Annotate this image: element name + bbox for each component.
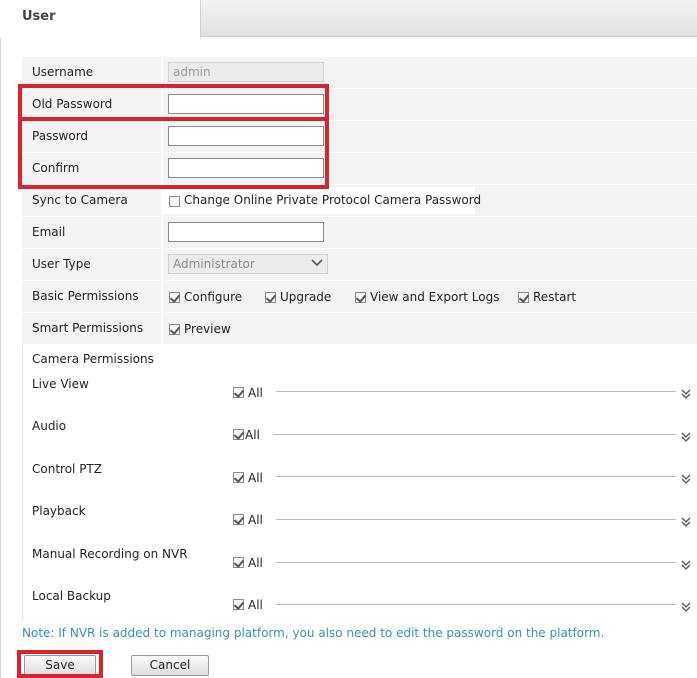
user-type-label: User Type	[32, 257, 91, 271]
live-view-divider	[276, 391, 676, 392]
preview-label: Preview	[184, 322, 231, 336]
audio-all-label: All	[245, 428, 260, 442]
double-chevron-down-icon[interactable]	[680, 473, 692, 485]
manual-recording-all-label: All	[248, 556, 263, 570]
preview-checkbox[interactable]	[169, 324, 180, 335]
user-type-value: Administrator	[173, 257, 255, 271]
tab-user-label: User	[22, 9, 56, 24]
restart-checkbox[interactable]	[518, 292, 529, 303]
sync-label: Sync to Camera	[32, 193, 128, 207]
cam-perm-label-control-ptz: Control PTZ	[32, 462, 102, 476]
camera-permissions-title: Camera Permissions	[32, 352, 154, 366]
smart-permissions-label: Smart Permissions	[32, 321, 144, 335]
configure-checkbox[interactable]	[169, 292, 180, 303]
username-label: Username	[32, 65, 94, 79]
control-ptz-all-checkbox[interactable]	[233, 472, 244, 483]
configure-label: Configure	[184, 290, 243, 304]
double-chevron-down-icon[interactable]	[680, 388, 692, 400]
audio-all-checkbox[interactable]	[233, 429, 244, 440]
manual-recording-all-checkbox[interactable]	[233, 557, 244, 568]
cam-perm-label-playback: Playback	[32, 504, 86, 518]
view-export-logs-label: View and Export Logs	[370, 290, 500, 304]
local-backup-all-label: All	[248, 598, 263, 612]
cam-perm-label-live-view: Live View	[32, 377, 89, 391]
live-view-all-label: All	[248, 386, 263, 400]
highlight-new-password	[18, 117, 329, 189]
playback-all-label: All	[248, 513, 263, 527]
platform-note: Note: If NVR is added to managing platfo…	[22, 626, 605, 640]
chevron-down-icon	[311, 256, 323, 271]
live-view-all-checkbox[interactable]	[233, 387, 244, 398]
double-chevron-down-icon[interactable]	[680, 516, 692, 528]
sync-option-label: Change Online Private Protocol Camera Pa…	[184, 193, 482, 207]
control-ptz-all-label: All	[248, 471, 263, 485]
upgrade-label: Upgrade	[280, 290, 332, 304]
basic-permissions-label: Basic Permissions	[32, 289, 139, 303]
control-ptz-divider	[276, 476, 676, 477]
row-email	[22, 217, 697, 248]
email-label: Email	[32, 225, 66, 239]
cancel-button[interactable]: Cancel	[131, 655, 209, 676]
highlight-save-button	[17, 650, 103, 678]
double-chevron-down-icon[interactable]	[680, 559, 692, 571]
audio-divider	[273, 434, 676, 435]
cam-perm-label-manual-recording: Manual Recording on NVR	[32, 547, 188, 561]
local-backup-all-checkbox[interactable]	[233, 599, 244, 610]
upgrade-checkbox[interactable]	[265, 292, 276, 303]
restart-label: Restart	[533, 290, 577, 304]
playback-divider	[276, 519, 676, 520]
manual-recording-divider	[276, 562, 676, 563]
local-backup-divider	[276, 604, 676, 605]
sync-checkbox[interactable]	[169, 196, 180, 207]
highlight-old-password	[18, 84, 329, 121]
user-type-select[interactable]: Administrator	[168, 254, 328, 274]
playback-all-checkbox[interactable]	[233, 514, 244, 525]
cam-perm-label-local-backup: Local Backup	[32, 589, 111, 603]
tab-user[interactable]: User	[0, 0, 201, 38]
cam-perm-label-audio: Audio	[32, 419, 67, 433]
panel-border	[0, 36, 1, 678]
view-export-logs-checkbox[interactable]	[355, 292, 366, 303]
double-chevron-down-icon[interactable]	[680, 431, 692, 443]
camera-permissions-section	[22, 345, 697, 621]
double-chevron-down-icon[interactable]	[680, 601, 692, 613]
username-field: admin	[168, 62, 324, 82]
email-input[interactable]	[168, 222, 324, 242]
row-user-type	[22, 249, 697, 280]
